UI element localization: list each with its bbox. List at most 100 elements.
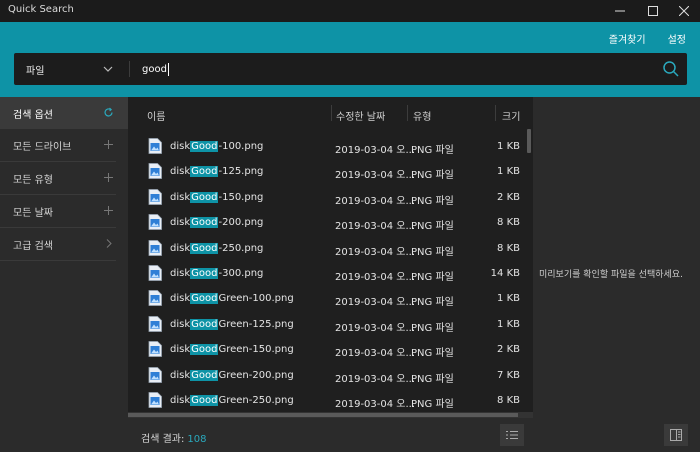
- column-resize-handle[interactable]: [407, 105, 408, 121]
- sidebar-item-all-drives[interactable]: 모든 드라이브: [0, 129, 128, 161]
- column-resize-handle[interactable]: [331, 105, 332, 121]
- file-name-suffix: -300.png: [218, 267, 264, 279]
- close-button[interactable]: [668, 0, 700, 22]
- minimize-button[interactable]: [604, 0, 636, 22]
- file-row[interactable]: diskGood-300.png 2019-03-04 오... PNG 파일 14 …: [128, 261, 526, 286]
- sidebar-item-label: 검색 옵션: [13, 109, 53, 121]
- chevron-down-icon: [103, 66, 113, 72]
- file-name-suffix: Green-100.png: [218, 293, 294, 305]
- file-type: PNG 파일: [411, 271, 454, 283]
- file-row[interactable]: diskGood-100.png 2019-03-04 오... PNG 파일 1 K…: [128, 134, 526, 159]
- file-type: PNG 파일: [411, 398, 454, 410]
- file-row[interactable]: diskGoodGreen-100.png 2019-03-04 오... PNG …: [128, 286, 526, 311]
- results-list: 이름 수정한 날짜 유형 크기 diskGood-100.png 2019-03-…: [128, 97, 533, 418]
- file-type: PNG 파일: [411, 221, 454, 233]
- favorites-link[interactable]: 즐겨찾기: [609, 31, 646, 46]
- text-caret: [167, 62, 169, 76]
- category-dropdown[interactable]: 파일: [14, 53, 129, 85]
- file-modified-date: 2019-03-04 오...: [335, 398, 416, 410]
- sidebar-item-label: 모든 드라이브: [13, 141, 72, 153]
- file-row[interactable]: diskGoodGreen-150.png 2019-03-04 오... PNG …: [128, 337, 526, 362]
- view-mode-button[interactable]: [500, 424, 524, 446]
- search-match-highlight: Good: [190, 267, 219, 279]
- column-type-header[interactable]: 유형: [413, 108, 431, 123]
- file-modified-date: 2019-03-04 오...: [335, 348, 416, 360]
- column-resize-handle[interactable]: [495, 105, 496, 121]
- preview-pane-icon: [670, 429, 682, 441]
- chevron-right-icon: [106, 239, 112, 248]
- file-name-prefix: disk: [170, 141, 191, 152]
- file-row[interactable]: diskGoodGreen-250.png 2019-03-04 오... PNG …: [128, 388, 526, 413]
- file-type: PNG 파일: [411, 322, 454, 334]
- file-size: 1 KB: [497, 141, 520, 152]
- file-type: PNG 파일: [411, 246, 454, 258]
- file-name-suffix: Green-125.png: [218, 318, 294, 330]
- file-row[interactable]: diskGoodGreen-125.png 2019-03-04 오... PNG …: [128, 312, 526, 337]
- file-name: diskGood-300.png: [170, 267, 264, 279]
- maximize-button[interactable]: [637, 0, 669, 22]
- result-count-label: 검색 결과: 108: [141, 430, 206, 445]
- file-row[interactable]: diskGoodGreen-200.png 2019-03-04 오... PNG …: [128, 363, 526, 388]
- file-name: diskGoodGreen-200.png: [170, 369, 294, 381]
- search-icon[interactable]: [662, 60, 680, 78]
- horizontal-scroll-thumb[interactable]: [128, 413, 518, 417]
- file-modified-date: 2019-03-04 오...: [335, 221, 416, 233]
- header-links: 즐겨찾기 설정: [609, 31, 686, 46]
- file-row[interactable]: diskGood-150.png 2019-03-04 오... PNG 파일 2 K…: [128, 185, 526, 210]
- image-file-icon: [148, 392, 162, 411]
- minimize-icon: [615, 10, 625, 12]
- file-type: PNG 파일: [411, 373, 454, 385]
- preview-toggle-button[interactable]: [664, 424, 688, 446]
- file-name-suffix: -200.png: [218, 217, 264, 229]
- sidebar-item-search-options[interactable]: 검색 옵션: [0, 97, 128, 129]
- file-row[interactable]: diskGood-200.png 2019-03-04 오... PNG 파일 8 K…: [128, 210, 526, 235]
- sidebar-item-advanced-search[interactable]: 고급 검색: [0, 228, 128, 260]
- file-name-prefix: disk: [170, 394, 191, 406]
- file-name-prefix: disk: [170, 293, 191, 305]
- file-name-prefix: disk: [170, 344, 191, 356]
- file-name-suffix: Green-150.png: [218, 344, 294, 356]
- result-label-text: 검색 결과:: [141, 434, 185, 445]
- plus-icon: [104, 173, 113, 182]
- maximize-icon: [648, 6, 658, 16]
- search-match-highlight: Good: [190, 141, 219, 152]
- file-size: 7 KB: [497, 369, 520, 381]
- image-file-icon: [148, 163, 162, 182]
- search-divider: [129, 61, 130, 77]
- file-size: 8 KB: [497, 394, 520, 406]
- file-name-suffix: -125.png: [218, 166, 264, 178]
- preview-pane: 미리보기를 확인할 파일을 선택하세요.: [533, 97, 700, 452]
- file-modified-date: 2019-03-04 오...: [335, 145, 416, 156]
- column-modified-header[interactable]: 수정한 날짜: [336, 108, 385, 123]
- search-match-highlight: Good: [190, 394, 219, 406]
- title-bar: Quick Search: [0, 0, 700, 22]
- preview-message: 미리보기를 확인할 파일을 선택하세요.: [539, 270, 683, 280]
- vertical-scrollbar[interactable]: [527, 129, 531, 153]
- image-file-icon: [148, 138, 162, 157]
- file-name: diskGoodGreen-150.png: [170, 344, 294, 356]
- file-name: diskGood-250.png: [170, 242, 263, 254]
- file-row[interactable]: diskGood-250.png 2019-03-04 오... PNG 파일 8 K…: [128, 236, 526, 261]
- file-size: 8 KB: [497, 217, 520, 229]
- header: 즐겨찾기 설정 파일 good: [0, 22, 700, 97]
- sidebar-item-all-dates[interactable]: 모든 날짜: [0, 195, 128, 227]
- sidebar-item-all-types[interactable]: 모든 유형: [0, 162, 128, 194]
- column-size-header[interactable]: 크기: [502, 108, 520, 123]
- file-size: 1 KB: [497, 293, 520, 305]
- file-size: 1 KB: [497, 318, 520, 330]
- file-name-prefix: disk: [170, 369, 191, 381]
- file-name-suffix: -100.png: [218, 141, 264, 152]
- column-name-header[interactable]: 이름: [147, 108, 165, 123]
- search-match-highlight: Good: [190, 166, 219, 178]
- file-size: 1 KB: [497, 166, 520, 178]
- file-size: 8 KB: [497, 242, 520, 254]
- search-query: good: [142, 63, 167, 75]
- file-row[interactable]: diskGood-125.png 2019-03-04 오... PNG 파일 1 K…: [128, 159, 526, 184]
- file-name-prefix: disk: [170, 217, 191, 229]
- sidebar-item-label: 고급 검색: [13, 240, 53, 252]
- file-type: PNG 파일: [411, 297, 454, 309]
- file-size: 2 KB: [497, 191, 520, 203]
- settings-link[interactable]: 설정: [668, 31, 686, 46]
- search-input[interactable]: good: [142, 53, 169, 85]
- refresh-icon[interactable]: [103, 107, 114, 118]
